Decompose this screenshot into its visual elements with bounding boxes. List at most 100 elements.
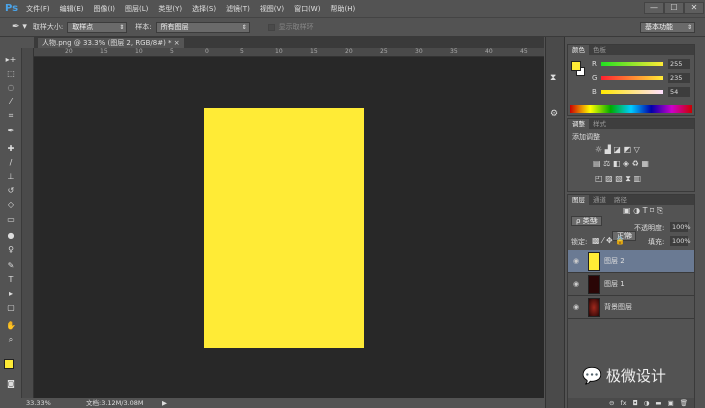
menu-type[interactable]: 类型(Y)	[158, 4, 182, 14]
shape-tool-icon[interactable]: ▢	[4, 302, 18, 314]
layer-row[interactable]: ◉ 图层 2	[568, 250, 694, 273]
eyedropper-icon[interactable]: ✒ ▾	[12, 22, 27, 32]
add-adjustment-title: 添加调整	[572, 133, 600, 141]
foreground-color-swatch[interactable]	[571, 61, 581, 71]
brush-tool-icon[interactable]: /	[4, 157, 18, 169]
adjustment-icon[interactable]: ◑	[644, 398, 650, 408]
zoom-level[interactable]: 33.33%	[26, 398, 51, 408]
healing-tool-icon[interactable]: ✚	[4, 143, 18, 155]
layer-name: 背景图层	[604, 303, 632, 311]
marquee-tool-icon[interactable]: ⬚	[4, 68, 18, 80]
ruler-label: 40	[485, 48, 493, 55]
new-layer-icon[interactable]: ▣	[668, 398, 674, 408]
red-slider[interactable]	[601, 62, 663, 66]
status-menu-arrow[interactable]: ▶	[162, 398, 167, 408]
menu-view[interactable]: 视图(V)	[260, 4, 284, 14]
properties-panel-icon[interactable]: ⚙	[550, 109, 558, 119]
menu-window[interactable]: 窗口(W)	[294, 4, 320, 14]
ruler-label: 20	[65, 48, 73, 55]
layer-row[interactable]: ◉ 图层 1	[568, 273, 694, 296]
show-ring-label: 显示取样环	[278, 23, 314, 31]
green-slider[interactable]	[601, 76, 663, 80]
mask-icon[interactable]: ◘	[633, 398, 638, 408]
channel-label-g: G	[592, 74, 598, 82]
menu-select[interactable]: 选择(S)	[192, 4, 216, 14]
eye-icon[interactable]: ◉	[568, 257, 584, 265]
layer-filter-select[interactable]: ρ 类型	[571, 216, 602, 226]
eye-icon[interactable]: ◉	[568, 280, 584, 288]
eyedropper-tool-icon[interactable]: ✒	[4, 125, 18, 137]
status-bar: 33.33% 文档:3.12M/3.08M ▶	[22, 398, 544, 408]
menu-filter[interactable]: 滤镜(T)	[226, 4, 250, 14]
trash-icon[interactable]: 🗑	[680, 398, 688, 408]
ruler-label: 10	[135, 48, 143, 55]
type-tool-icon[interactable]: T	[4, 274, 18, 286]
horizontal-ruler: 20 15 10 5 0 5 10 15 20 25 30 35 40 45	[34, 48, 544, 57]
quick-select-tool-icon[interactable]: ⁄	[4, 96, 18, 108]
foreground-color-swatch[interactable]	[4, 359, 14, 369]
folder-icon[interactable]: ▬	[655, 398, 661, 408]
quick-mask-icon[interactable]: ◙	[4, 378, 18, 390]
sample-select[interactable]: 所有图层	[155, 21, 250, 33]
history-brush-icon[interactable]: ↺	[4, 185, 18, 197]
ruler-label: 10	[275, 48, 283, 55]
path-select-tool-icon[interactable]: ▸	[4, 288, 18, 300]
tab-paths[interactable]: 路径	[610, 195, 631, 205]
menu-file[interactable]: 文件(F)	[26, 4, 50, 14]
history-panel-icon[interactable]: ⧗	[550, 73, 556, 83]
menu-bar: Ps 文件(F) 编辑(E) 图像(I) 图层(L) 类型(Y) 选择(S) 滤…	[0, 0, 705, 17]
blur-tool-icon[interactable]: ●	[4, 230, 18, 242]
tab-color[interactable]: 颜色	[568, 45, 589, 55]
document-tab[interactable]: 人物.png @ 33.3% (图层 2, RGB/8#) * ×	[38, 38, 184, 48]
document-canvas[interactable]	[204, 108, 364, 348]
hand-tool-icon[interactable]: ✋	[4, 320, 18, 332]
layer-row[interactable]: ◉ 背景图层	[568, 296, 694, 319]
filter-icons[interactable]: ▣ ◑ T ⌑ ⎘	[623, 206, 663, 216]
red-value[interactable]: 255	[668, 59, 690, 69]
eraser-tool-icon[interactable]: ◇	[4, 199, 18, 211]
ruler-label: 45	[520, 48, 528, 55]
fill-label: 填充:	[648, 238, 665, 246]
blue-slider[interactable]	[601, 90, 663, 94]
menu-edit[interactable]: 编辑(E)	[60, 4, 84, 14]
color-panel: 颜色 色板 R 255 G 235 B 54	[567, 44, 695, 116]
layer-list: ◉ 图层 2 ◉ 图层 1 ◉ 背景图层	[568, 250, 694, 319]
link-icon[interactable]: ⊖	[609, 398, 614, 408]
tab-swatches[interactable]: 色板	[589, 45, 610, 55]
opacity-label: 不透明度:	[634, 224, 665, 232]
tab-adjustments[interactable]: 调整	[568, 119, 589, 129]
show-ring-checkbox[interactable]	[267, 23, 275, 31]
menu-image[interactable]: 图像(I)	[94, 4, 116, 14]
gradient-tool-icon[interactable]: ▭	[4, 214, 18, 226]
lock-icons[interactable]: ▩ ⁄ ✥ 🔒	[592, 236, 625, 245]
tab-styles[interactable]: 样式	[589, 119, 610, 129]
brightness-icon[interactable]: ☼ ▟ ◪ ◩ ▽	[595, 145, 640, 154]
lasso-tool-icon[interactable]: ◌	[4, 82, 18, 94]
menu-help[interactable]: 帮助(H)	[330, 4, 355, 14]
maximize-button[interactable]: ☐	[664, 2, 684, 14]
opacity-input[interactable]: 100%	[670, 222, 691, 232]
eye-icon[interactable]: ◉	[568, 303, 584, 311]
close-button[interactable]: ✕	[684, 2, 704, 14]
crop-tool-icon[interactable]: ⌗	[4, 110, 18, 122]
sample-size-select[interactable]: 取样点	[67, 21, 128, 33]
green-value[interactable]: 235	[668, 73, 690, 83]
tab-layers[interactable]: 图层	[568, 195, 589, 205]
close-tab-icon[interactable]: ×	[174, 39, 180, 47]
blue-value[interactable]: 54	[668, 87, 690, 97]
stamp-tool-icon[interactable]: ⊥	[4, 171, 18, 183]
fill-input[interactable]: 100%	[670, 236, 691, 246]
workspace-select[interactable]: 基本功能	[640, 21, 695, 33]
move-tool-icon[interactable]: ▸+	[4, 54, 18, 66]
hue-balance-icon[interactable]: ▤ ⚖ ◧ ◈ ♻ ▦	[593, 159, 649, 168]
dodge-tool-icon[interactable]: ♀	[4, 244, 18, 256]
tab-channels[interactable]: 通道	[589, 195, 610, 205]
pen-tool-icon[interactable]: ✎	[4, 260, 18, 272]
color-spectrum[interactable]	[570, 105, 692, 113]
invert-threshold-icon[interactable]: ◰ ▨ ▧ ⧗ ▥	[595, 174, 641, 184]
menu-layer[interactable]: 图层(L)	[125, 4, 148, 14]
layers-footer: ⊖ fx ◘ ◑ ▬ ▣ 🗑	[568, 398, 694, 408]
zoom-tool-icon[interactable]: ⌕	[4, 334, 18, 346]
minimize-button[interactable]: —	[644, 2, 664, 14]
fx-icon[interactable]: fx	[620, 398, 626, 408]
